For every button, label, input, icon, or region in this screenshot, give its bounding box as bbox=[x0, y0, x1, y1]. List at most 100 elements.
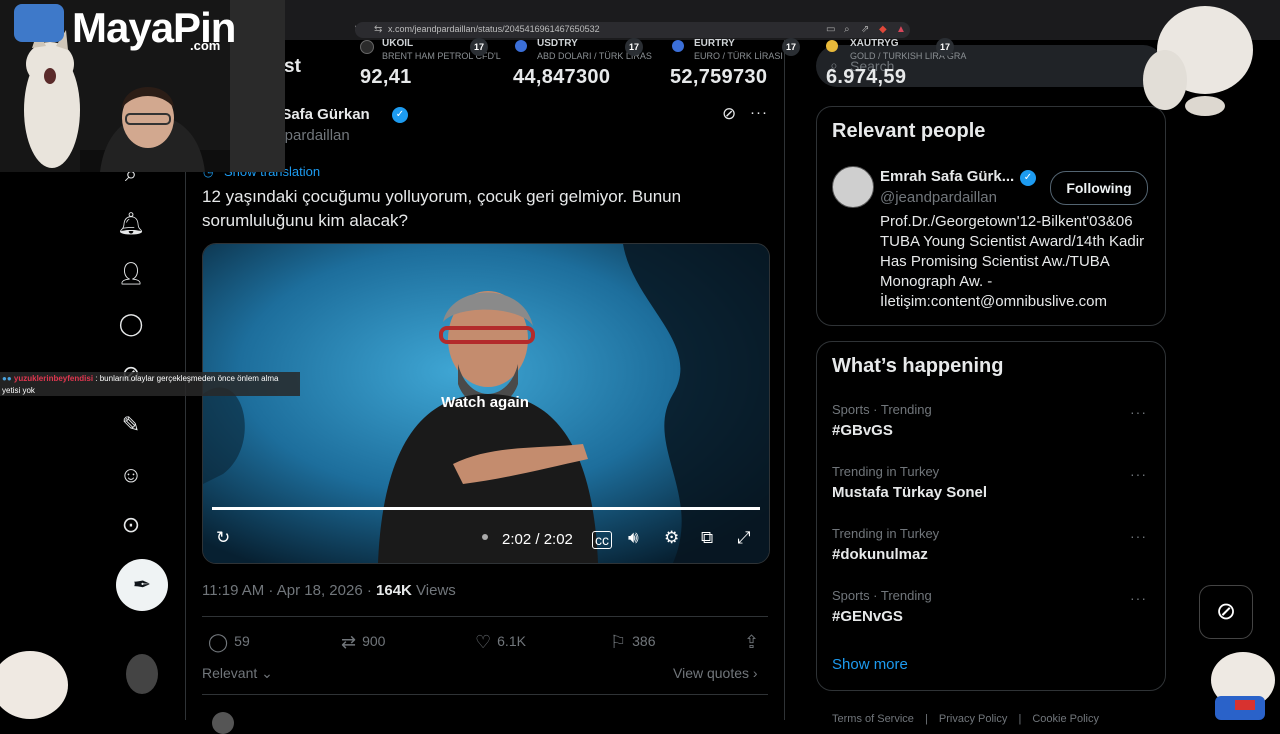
more-options-icon[interactable]: ··· bbox=[750, 104, 768, 121]
trend-more-icon[interactable]: ··· bbox=[1130, 466, 1147, 482]
cat-snack-sticker bbox=[1211, 652, 1275, 720]
trend-item[interactable]: #GENvGS bbox=[832, 608, 903, 625]
drafts-icon[interactable]: ✎ bbox=[116, 410, 146, 440]
repost-icon: ⇄ bbox=[341, 632, 357, 652]
grok-icon: ⊘ bbox=[1215, 598, 1237, 625]
watch-again-button[interactable]: Watch again bbox=[424, 389, 546, 417]
chat-emote-icon: ●● bbox=[2, 374, 12, 383]
avatar[interactable] bbox=[126, 654, 158, 694]
footer-link[interactable]: Privacy Policy bbox=[939, 713, 1007, 725]
tab-icon[interactable]: ▭ bbox=[826, 24, 835, 35]
url-text[interactable]: x.com/jeandpardaillan/status/20454169614… bbox=[388, 24, 600, 34]
trend-more-icon[interactable]: ··· bbox=[1130, 528, 1147, 544]
reply-avatar[interactable] bbox=[212, 712, 234, 734]
flag-eu-icon bbox=[672, 40, 684, 52]
trend-item[interactable]: Mustafa Türkay Sonel bbox=[832, 484, 987, 501]
view-quotes-link[interactable]: View quotes › bbox=[673, 665, 758, 681]
ticker-value: 6.974,59 bbox=[826, 66, 907, 88]
footer-link[interactable]: Cookie Policy bbox=[1032, 713, 1099, 725]
site-info-icon[interactable]: ⇆ bbox=[374, 24, 382, 35]
repost-button[interactable]: ⇄ 900 bbox=[341, 632, 385, 653]
ticker-value: 92,41 bbox=[360, 66, 412, 88]
shield-icon[interactable]: ◆ bbox=[879, 24, 887, 35]
whats-happening-title: What’s happening bbox=[832, 355, 1004, 377]
chat-text: : bunların olaylar gerçekleşmeden önce ö… bbox=[95, 374, 279, 383]
like-button[interactable]: ♡ 6.1K bbox=[475, 632, 526, 653]
trend-more-icon[interactable]: ··· bbox=[1130, 404, 1147, 420]
tweet-timestamp[interactable]: 11:19 AM · Apr 18, 2026 bbox=[202, 582, 363, 599]
ticker-item: USDTRY ABD DOLARI / TÜRK LİRAS 44,847300… bbox=[513, 36, 665, 92]
trend-item[interactable]: #dokunulmaz bbox=[832, 546, 928, 563]
grok-floating-button[interactable]: ⊘ bbox=[1199, 585, 1253, 639]
video-time: 2:02 / 2:02 bbox=[502, 531, 573, 548]
ticker-symbol: UKOIL bbox=[382, 38, 414, 49]
person-bio: Prof.Dr./Georgetown'12-Bilkent'03&06 TUB… bbox=[880, 213, 1145, 310]
whats-happening-panel bbox=[816, 341, 1166, 691]
settings-icon[interactable]: ⚙ bbox=[664, 528, 679, 548]
cat-paw-sticker bbox=[0, 651, 68, 719]
post-button[interactable]: ✒ bbox=[116, 559, 168, 611]
reply-button[interactable]: ◯ 59 bbox=[208, 632, 250, 653]
following-button[interactable]: Following bbox=[1050, 171, 1148, 205]
heart-icon: ♡ bbox=[475, 632, 492, 652]
trend-more-icon[interactable]: ··· bbox=[1130, 590, 1147, 606]
tradingview-badge: 17 bbox=[470, 38, 488, 56]
person-name[interactable]: Emrah Safa Gürk... bbox=[880, 168, 1014, 185]
relevant-people-title: Relevant people bbox=[832, 120, 986, 142]
ticker-item: EURTRY EURO / TÜRK LİRASI 52,759730 17 bbox=[670, 36, 822, 92]
footer-links: Terms of Service | Privacy Policy | Cook… bbox=[832, 713, 1099, 725]
flag-us-icon bbox=[515, 40, 527, 52]
footer-link[interactable]: Terms of Service bbox=[832, 713, 914, 725]
verified-badge-icon: ✓ bbox=[1020, 170, 1036, 186]
ticker-item: UKOIL BRENT HAM PETROL CFD'L 92,41 17 bbox=[360, 36, 512, 92]
pip-icon[interactable]: ⧉ bbox=[701, 528, 713, 548]
triangle-icon[interactable]: ▲ bbox=[896, 24, 906, 35]
bookmark-button[interactable]: ⚐ 386 bbox=[610, 632, 656, 653]
follow-icon[interactable]: 👤︎ bbox=[116, 259, 146, 289]
share-button[interactable]: ⇪ bbox=[744, 632, 765, 653]
notifications-icon[interactable]: 🔔︎ bbox=[116, 209, 146, 239]
grok-explain-icon[interactable]: ⊘ bbox=[722, 104, 736, 124]
captions-icon[interactable]: cc bbox=[592, 531, 612, 549]
tweet-text: 12 yaşındaki çocuğumu yolluyorum, çocuk … bbox=[202, 187, 682, 230]
bookmark-icon: ⚐ bbox=[610, 632, 627, 652]
oil-icon bbox=[360, 40, 374, 54]
chat-message: ●● yuzuklerinbeyfendisi : bunların olayl… bbox=[0, 372, 300, 396]
logo-mark-icon bbox=[14, 4, 64, 42]
sort-label: Relevant bbox=[202, 665, 258, 681]
cat-sticker bbox=[1143, 6, 1253, 116]
trend-category: Trending in Turkey bbox=[832, 526, 940, 541]
view-count: 164K bbox=[376, 582, 412, 599]
more-icon[interactable]: ⊙ bbox=[116, 510, 146, 540]
ticker-symbol: EURTRY bbox=[694, 38, 735, 49]
zoom-icon[interactable]: ⌕ bbox=[844, 24, 850, 35]
view-quotes-label: View quotes bbox=[673, 665, 750, 681]
ticker-symbol: USDTRY bbox=[537, 38, 578, 49]
video-progress-bar[interactable] bbox=[212, 507, 760, 510]
logo-suffix: .com bbox=[190, 38, 221, 53]
ticker-value: 52,759730 bbox=[670, 66, 768, 88]
reply-icon: ◯ bbox=[208, 632, 229, 652]
sort-dropdown[interactable]: Relevant ⌄ bbox=[202, 665, 273, 682]
ticker-desc: EURO / TÜRK LİRASI bbox=[694, 51, 783, 61]
replay-icon[interactable]: ↻ bbox=[216, 528, 230, 548]
show-more-link[interactable]: Show more bbox=[832, 656, 908, 673]
profile-icon[interactable]: ☺ bbox=[116, 460, 146, 490]
repost-count: 900 bbox=[362, 633, 386, 649]
fullscreen-icon[interactable]: ⤢ bbox=[737, 528, 751, 548]
page-title: st bbox=[284, 56, 301, 77]
live-dot-icon bbox=[482, 534, 488, 540]
chevron-down-icon: ⌄ bbox=[261, 665, 273, 681]
person-handle[interactable]: @jeandpardaillan bbox=[880, 189, 997, 206]
gold-icon bbox=[826, 40, 838, 52]
ticker-symbol: XAUTRYG bbox=[850, 38, 899, 49]
bookmark-count: 386 bbox=[632, 633, 656, 649]
messages-icon[interactable]: ◯ bbox=[116, 309, 146, 339]
trend-item[interactable]: #GBvGS bbox=[832, 422, 893, 439]
avatar[interactable] bbox=[832, 166, 874, 208]
ticker-value: 44,847300 bbox=[513, 66, 611, 88]
view-label: Views bbox=[416, 582, 456, 599]
volume-icon[interactable]: 🔊︎ bbox=[628, 528, 639, 548]
feather-icon: ✒ bbox=[132, 572, 152, 597]
share-icon[interactable]: ⇗ bbox=[861, 24, 869, 35]
